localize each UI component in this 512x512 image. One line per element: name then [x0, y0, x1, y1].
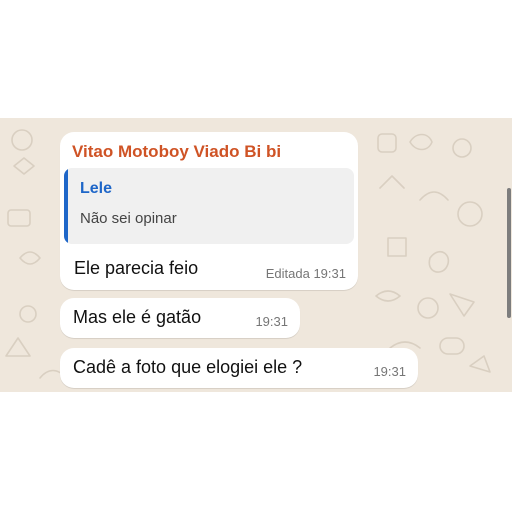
message-time: 19:31: [313, 266, 346, 281]
message-text: Cadê a foto que elogiei ele ?: [73, 357, 303, 377]
quoted-reply[interactable]: Lele Não sei opinar: [64, 168, 354, 244]
message-meta: Editada 19:31: [266, 266, 346, 281]
edited-label: Editada: [265, 266, 310, 281]
quote-accent-bar: [64, 168, 68, 244]
message-bubble[interactable]: Cadê a foto que elogiei ele ? 19:31: [60, 348, 418, 388]
message-time: 19:31: [255, 314, 288, 329]
message-text: Ele parecia feio: [74, 258, 199, 278]
screenshot-page: Vitao Motoboy Viado Bi bi Lele Não sei o…: [0, 0, 512, 512]
message-text: Mas ele é gatão: [73, 307, 202, 327]
scrollbar[interactable]: [504, 118, 512, 392]
message-bubble[interactable]: Mas ele é gatão 19:31: [60, 298, 300, 338]
scrollbar-thumb[interactable]: [507, 188, 511, 318]
chat-area[interactable]: Vitao Motoboy Viado Bi bi Lele Não sei o…: [0, 118, 512, 392]
sender-name[interactable]: Vitao Motoboy Viado Bi bi: [72, 142, 281, 162]
message-time: 19:31: [373, 364, 406, 379]
quoted-text: Não sei opinar: [80, 210, 177, 227]
quoted-author: Lele: [80, 180, 113, 197]
message-bubble[interactable]: Vitao Motoboy Viado Bi bi Lele Não sei o…: [60, 132, 358, 290]
